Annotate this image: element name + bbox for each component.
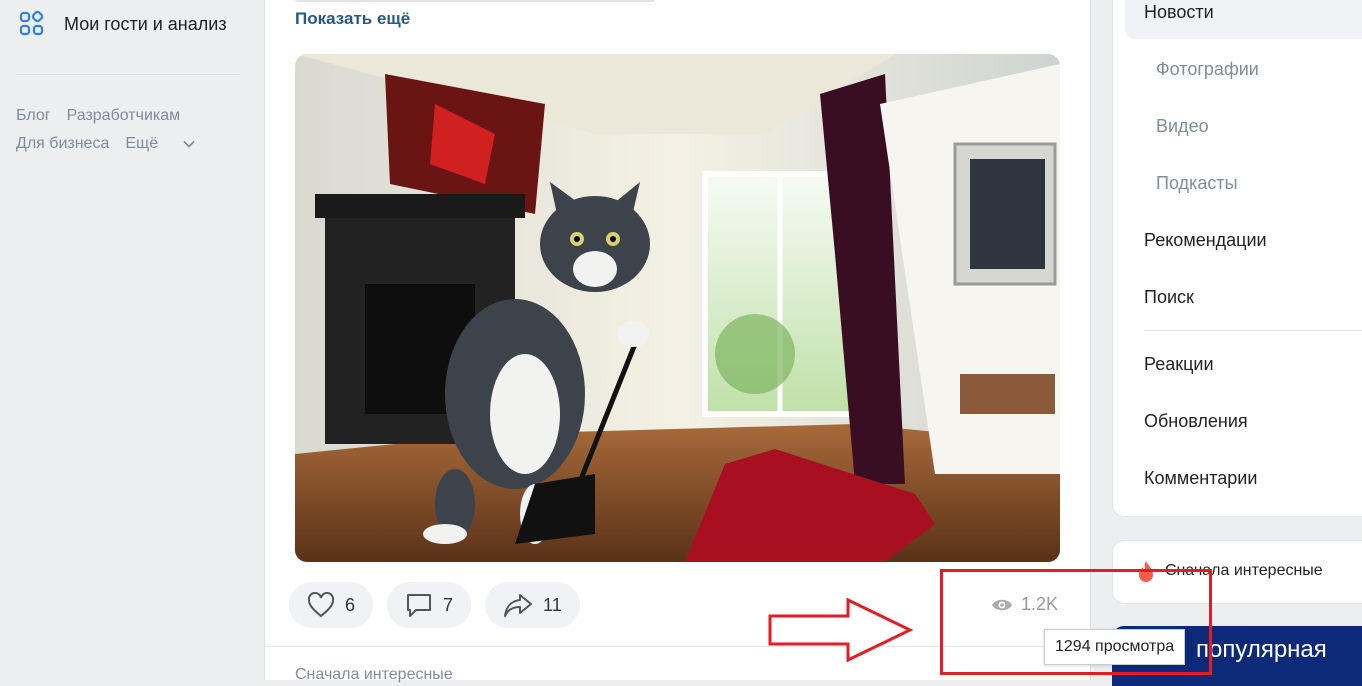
menu-item-updates[interactable]: Обновления [1144, 411, 1248, 432]
menu-item-news[interactable]: Новости [1144, 2, 1214, 23]
comment-button[interactable]: 7 [387, 582, 472, 628]
menu-item-reactions[interactable]: Реакции [1144, 354, 1214, 375]
share-button[interactable]: 11 [485, 582, 580, 628]
post-text-cut [295, 0, 655, 2]
divider [1144, 330, 1362, 331]
views-tooltip: 1294 просмотра [1044, 629, 1186, 665]
like-button[interactable]: 6 [289, 582, 374, 628]
menu-item-search[interactable]: Поиск [1144, 287, 1194, 308]
footer-links: Блог Разработчикам Для бизнеса Ещё [16, 102, 211, 158]
annotation-arrow-icon [768, 598, 914, 662]
divider [16, 74, 240, 75]
menu-item-recommendations[interactable]: Рекомендации [1144, 230, 1267, 251]
left-sidebar: Мои гости и анализ Блог Разработчикам Для… [0, 0, 262, 680]
post-photo[interactable] [295, 54, 1060, 562]
menu-item-video[interactable]: Видео [1156, 116, 1209, 137]
comments-sort-label: Сначала интересные [295, 666, 453, 683]
footer-link-developers[interactable]: Разработчикам [67, 107, 181, 124]
comment-count: 7 [443, 594, 454, 615]
nav-item-label: Мои гости и анализ [64, 13, 227, 34]
footer-link-more[interactable]: Ещё [125, 135, 195, 152]
apps-icon [19, 10, 44, 36]
menu-item-podcasts[interactable]: Подкасты [1156, 173, 1238, 194]
feed-filter-menu: Новости Фотографии Видео Подкасты Рекоме… [1112, 0, 1362, 517]
footer-link-more-label: Ещё [125, 135, 159, 152]
promo-text: популярная [1196, 636, 1327, 663]
chevron-down-icon [182, 140, 195, 148]
menu-item-photos[interactable]: Фотографии [1156, 59, 1259, 80]
cat-photo-illustration [295, 54, 1060, 562]
share-count: 11 [543, 594, 562, 615]
like-count: 6 [345, 594, 356, 615]
menu-item-comments[interactable]: Комментарии [1144, 468, 1257, 489]
post-actions: 6 7 11 [289, 582, 580, 628]
comment-icon [407, 594, 432, 617]
nav-item-guests[interactable]: Мои гости и анализ [18, 10, 227, 38]
heart-icon [307, 592, 335, 618]
share-icon [504, 594, 533, 617]
footer-link-blog[interactable]: Блог [16, 107, 51, 124]
footer-link-business[interactable]: Для бизнеса [16, 135, 109, 152]
show-more-link[interactable]: Показать ещё [295, 9, 410, 29]
comments-sort[interactable]: Сначала интересные [295, 666, 453, 684]
